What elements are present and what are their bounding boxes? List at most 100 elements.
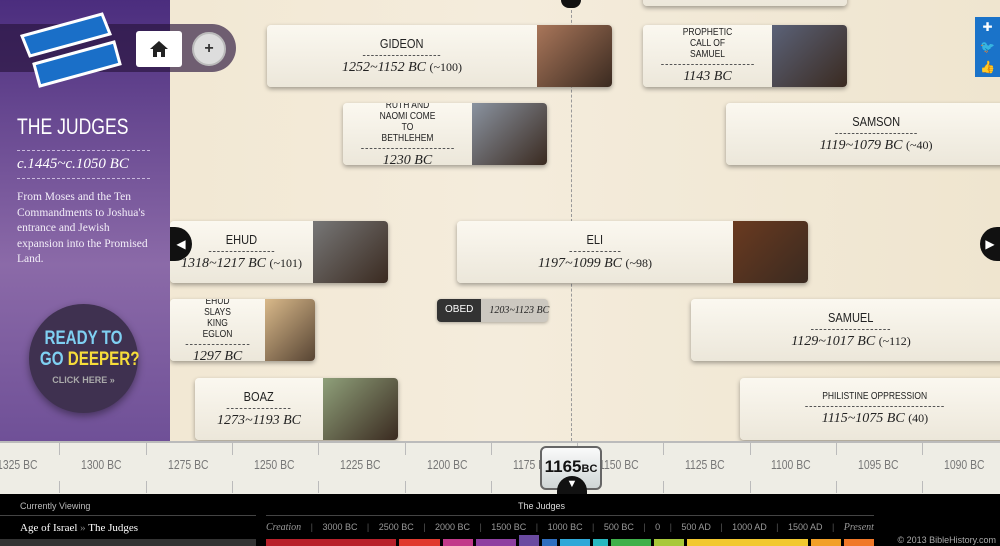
scale-label[interactable]: 1500 AD <box>788 522 823 533</box>
ruler-tick-label: 1100 BC <box>770 457 811 472</box>
era-color-segment[interactable] <box>611 539 652 546</box>
event-image <box>313 221 388 283</box>
ruler-tick-label: 1250 BC <box>254 457 295 472</box>
era-color-segment[interactable] <box>442 539 473 546</box>
era-color-segment[interactable] <box>654 539 685 546</box>
event-card[interactable] <box>643 0 847 6</box>
breadcrumb-leaf[interactable]: The Judges <box>88 522 138 534</box>
event-dates: 1273~1193 BC <box>217 413 301 428</box>
era-color-segment[interactable] <box>593 539 609 546</box>
event-dates: 1297 BC <box>192 348 243 362</box>
ruler-line <box>59 443 61 455</box>
event-title: Boaz <box>226 389 292 409</box>
event-dates: 1318~1217 BC <box>181 256 266 271</box>
era-color-segment[interactable] <box>559 539 591 546</box>
zoom-in-button[interactable]: + <box>192 32 226 66</box>
obed-pill[interactable]: OBED 1203~1123 BC <box>437 299 549 322</box>
scale-label[interactable]: Present <box>844 522 874 533</box>
breadcrumb-separator: » <box>77 522 89 534</box>
deeper-cta: CLICK HERE » <box>52 375 115 385</box>
era-color-segment[interactable] <box>475 539 516 546</box>
era-color-segment[interactable] <box>843 539 874 546</box>
ruler-line <box>836 443 837 455</box>
era-color-segment[interactable] <box>518 535 539 546</box>
event-span: (~112) <box>878 334 911 348</box>
event-card[interactable]: Samson 1119~1079 BC (~40) <box>726 103 1000 165</box>
ruler-tick-label: 1275 BC <box>168 457 209 472</box>
scale-label[interactable]: Creation <box>266 522 301 533</box>
ruler-tick-label: 1125 BC <box>684 457 725 472</box>
deeper-line2a: GO <box>39 349 68 370</box>
event-dates: 1129~1017 BC <box>791 334 876 349</box>
event-span: (~98) <box>625 256 652 270</box>
era-color-segment[interactable] <box>399 539 440 546</box>
breadcrumb-root[interactable]: Age of Israel <box>20 522 77 534</box>
event-image <box>265 299 315 361</box>
era-color-segment[interactable] <box>541 539 557 546</box>
ruler-line <box>231 443 233 455</box>
home-button[interactable] <box>136 31 182 67</box>
scale-label[interactable]: 3000 BC <box>322 522 357 533</box>
event-span: (~100) <box>429 60 462 74</box>
event-card[interactable]: Prophetic Call of Samuel 1143 BC <box>643 25 847 87</box>
share-bar: ✚ 🐦 👍 <box>975 17 1000 77</box>
event-image <box>772 25 847 87</box>
event-card[interactable]: Ehud 1318~1217 BC (~101) <box>170 221 388 283</box>
event-title: Eli <box>569 232 621 252</box>
event-image <box>323 378 398 440</box>
event-card[interactable]: Gideon 1252~1152 BC (~100) <box>267 25 612 87</box>
era-color-segment[interactable] <box>687 539 808 546</box>
event-title: Ruth and Naomi Come to Bethlehem <box>361 103 454 149</box>
bible-timeline-logo[interactable] <box>14 6 122 90</box>
arrow-right-icon: ▶ <box>985 237 995 251</box>
scale-label[interactable]: 0 <box>655 522 660 533</box>
twitter-icon[interactable]: 🐦 <box>980 40 995 54</box>
scale-label[interactable]: 1000 AD <box>732 522 767 533</box>
event-image <box>733 221 808 283</box>
ruler-line <box>318 481 320 493</box>
event-image <box>472 103 547 165</box>
event-title: Ehud Slays King Eglon <box>185 299 250 345</box>
ruler-line <box>749 443 751 455</box>
event-card[interactable]: Ehud Slays King Eglon 1297 BC <box>170 299 315 361</box>
event-dates: 1252~1152 BC <box>342 60 426 75</box>
event-card[interactable]: Boaz 1273~1193 BC <box>195 378 398 440</box>
era-color-bar[interactable] <box>266 535 874 546</box>
era-description: From Moses and the Ten Commandments to J… <box>17 191 148 265</box>
ruler-tick-label: 1325 BC <box>0 457 38 472</box>
ruler-line <box>145 443 147 455</box>
event-title: Philistine Oppression <box>805 391 945 407</box>
ruler-line <box>59 481 61 493</box>
home-icon <box>150 41 168 57</box>
event-card[interactable]: Eli 1197~1099 BC (~98) <box>457 221 808 283</box>
timeline-ruler[interactable]: 1325 BC 1300 BC 1275 BC 1250 BC 1225 BC 1200 … <box>0 441 1000 494</box>
arrow-left-icon: ◀ <box>176 237 186 251</box>
era-title: THE JUDGES <box>17 114 129 139</box>
scale-label[interactable]: 1000 BC <box>548 522 583 533</box>
era-color-segment[interactable] <box>810 539 841 546</box>
ruler-line <box>404 443 406 455</box>
event-dates: 1197~1099 BC <box>538 256 622 271</box>
scale-label[interactable]: 2000 BC <box>435 522 470 533</box>
era-color-segment[interactable] <box>266 539 397 546</box>
scale-label[interactable]: 1500 BC <box>491 522 526 533</box>
scale-label[interactable]: 500 BC <box>604 522 634 533</box>
scale-label[interactable]: 2500 BC <box>379 522 414 533</box>
plus-icon[interactable]: ✚ <box>982 20 992 34</box>
overview-scale: Creation | 3000 BC | 2500 BC | 2000 BC | 1500 BC… <box>266 522 874 533</box>
event-card[interactable]: Ruth and Naomi Come to Bethlehem 1230 BC <box>343 103 547 165</box>
ruler-line <box>836 481 837 493</box>
scale-label[interactable]: 500 AD <box>681 522 711 533</box>
event-title: Samson <box>835 114 917 134</box>
event-card[interactable]: Samuel 1129~1017 BC (~112) <box>691 299 1000 361</box>
like-icon[interactable]: 👍 <box>980 60 995 74</box>
event-image <box>537 25 612 87</box>
ruler-line <box>318 443 320 455</box>
event-card[interactable]: Philistine Oppression 1115~1075 BC (40) <box>740 378 1000 440</box>
breadcrumb: Age of Israel » The Judges <box>20 522 138 534</box>
go-deeper-button[interactable]: READY TO GO DEEPER? CLICK HERE » <box>29 304 140 413</box>
current-era-name: The Judges <box>518 501 566 511</box>
ruler-line <box>663 443 665 455</box>
ruler-line <box>749 481 751 493</box>
bottom-bar: Currently Viewing Age of Israel » The Ju… <box>0 494 1000 546</box>
